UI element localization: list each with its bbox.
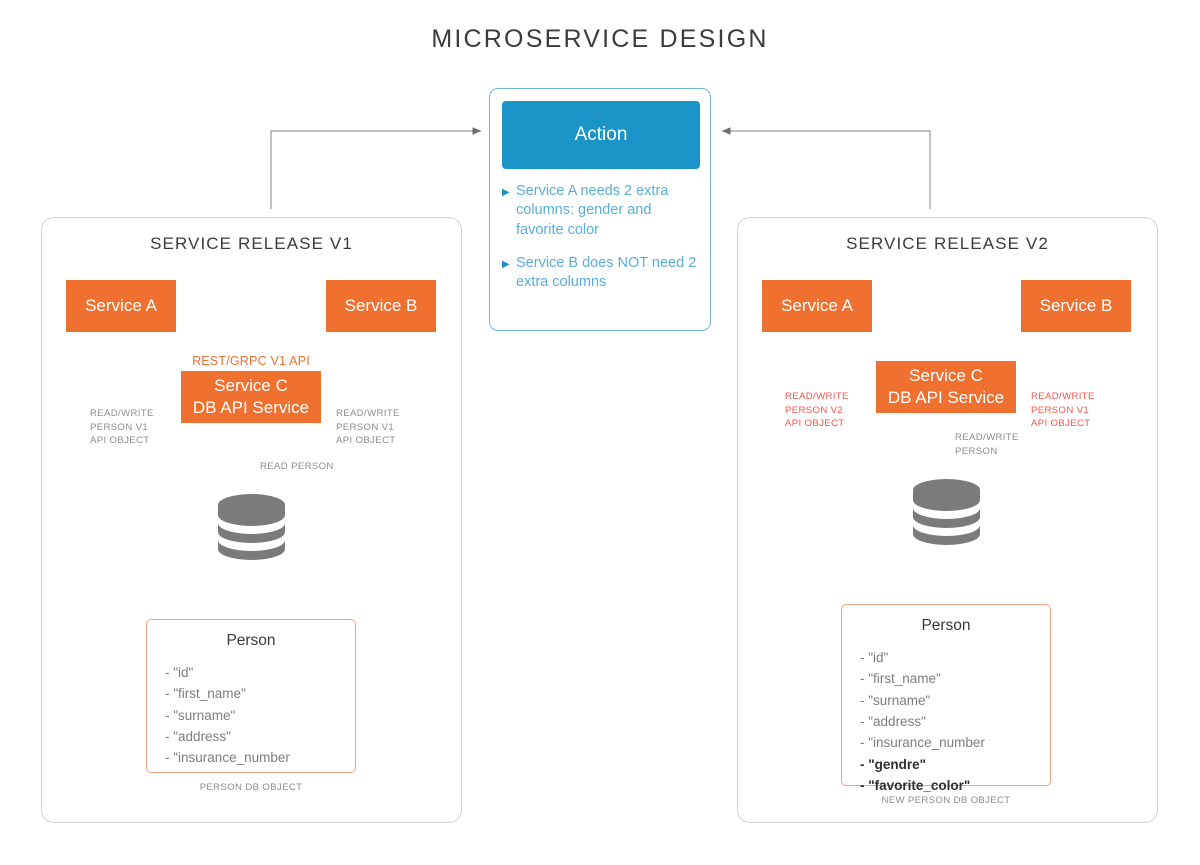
entity-field: - "id" <box>165 665 194 680</box>
action-bullet-list: ▶ Service A needs 2 extra columns: gende… <box>502 182 702 306</box>
wire-label-db-v1: READ PERSON <box>260 461 334 472</box>
entity-field: - "first_name" <box>860 671 941 687</box>
database-cylinder-icon <box>913 479 980 557</box>
triangle-right-icon: ▶ <box>502 187 510 198</box>
entity-field: - "first_name" <box>165 686 246 702</box>
service-c-label-line1: Service C <box>214 376 288 396</box>
wire-v1-to-action <box>270 127 482 209</box>
service-b-box-v1[interactable]: Service B <box>326 280 436 332</box>
entity-title: Person <box>226 632 276 649</box>
action-item-text: Service B does NOT need 2 extra columns <box>516 254 697 291</box>
wire-v2-to-action <box>721 127 931 209</box>
entity-field: - "surname" <box>860 692 931 708</box>
entity-field-new: - "gendre" <box>860 756 927 772</box>
entity-caption-v2: NEW PERSON DB OBJECT <box>881 795 1011 806</box>
wire-label-b-v1: READ/WRITE PERSON V1 API OBJECT <box>336 408 400 447</box>
database-cylinder-icon <box>218 494 285 572</box>
service-c-box-v2[interactable]: Service C DB API Service <box>876 361 1016 413</box>
entity-field: - "insurance_number <box>860 735 985 751</box>
wire-label-a-v1: READ/WRITE PERSON V1 API OBJECT <box>90 408 154 447</box>
action-item-text: Service A needs 2 extra columns: gender … <box>516 183 669 238</box>
action-card: Action ▶ Service A needs 2 extra columns… <box>489 88 711 331</box>
wire-label-b-v2: READ/WRITE PERSON V1 API OBJECT <box>1031 391 1095 430</box>
entity-field: - "insurance_number <box>165 750 290 766</box>
service-c-box-v1[interactable]: Service C DB API Service <box>181 371 321 423</box>
service-b-label: Service B <box>1039 296 1113 316</box>
entity-field: - "surname" <box>165 707 236 723</box>
triangle-right-icon: ▶ <box>502 258 510 270</box>
wire-label-db-v2: READ/WRITE PERSON <box>955 432 1019 457</box>
list-item: ▶ Service B does NOT need 2 extra column… <box>502 254 702 293</box>
service-c-label-line1: Service C <box>909 366 983 386</box>
page-title: MICROSERVICE DESIGN <box>431 25 769 53</box>
service-b-box-v2[interactable]: Service B <box>1021 280 1131 332</box>
list-item: ▶ Service A needs 2 extra columns: gende… <box>502 182 702 240</box>
diagram-canvas: MICROSERVICE DESIGN Action ▶ Service A n… <box>0 0 1200 865</box>
panel-title: SERVICE RELEASE V1 <box>150 234 353 253</box>
wire-label-a-v2: READ/WRITE PERSON V2 API OBJECT <box>785 391 849 430</box>
service-b-label: Service B <box>344 296 418 316</box>
person-entity-v2: Person - "id" - "first_name" - "surname"… <box>841 604 1051 793</box>
entity-field: - "id" <box>860 650 889 665</box>
action-card-header: Action <box>502 101 700 169</box>
panel-title: SERVICE RELEASE V2 <box>846 234 1049 253</box>
entity-field-list: - "id" - "first_name" - "surname" - "add… <box>147 662 355 769</box>
entity-field: - "address" <box>165 728 231 744</box>
entity-title: Person <box>921 617 971 634</box>
service-c-label-line2: DB API Service <box>192 398 310 417</box>
entity-field-list: - "id" - "first_name" - "surname" - "add… <box>842 647 1050 796</box>
person-entity-v1: Person - "id" - "first_name" - "surname"… <box>146 619 356 773</box>
service-a-label: Service A <box>781 296 853 316</box>
service-a-label: Service A <box>85 296 157 316</box>
api-protocol-label-v1: REST/GRPC V1 API <box>192 354 310 368</box>
entity-caption-v1: PERSON DB OBJECT <box>199 782 303 793</box>
service-a-box-v1[interactable]: Service A <box>66 280 176 332</box>
service-a-box-v2[interactable]: Service A <box>762 280 872 332</box>
service-c-label-line2: DB API Service <box>887 388 1005 407</box>
entity-field: - "address" <box>860 713 926 729</box>
